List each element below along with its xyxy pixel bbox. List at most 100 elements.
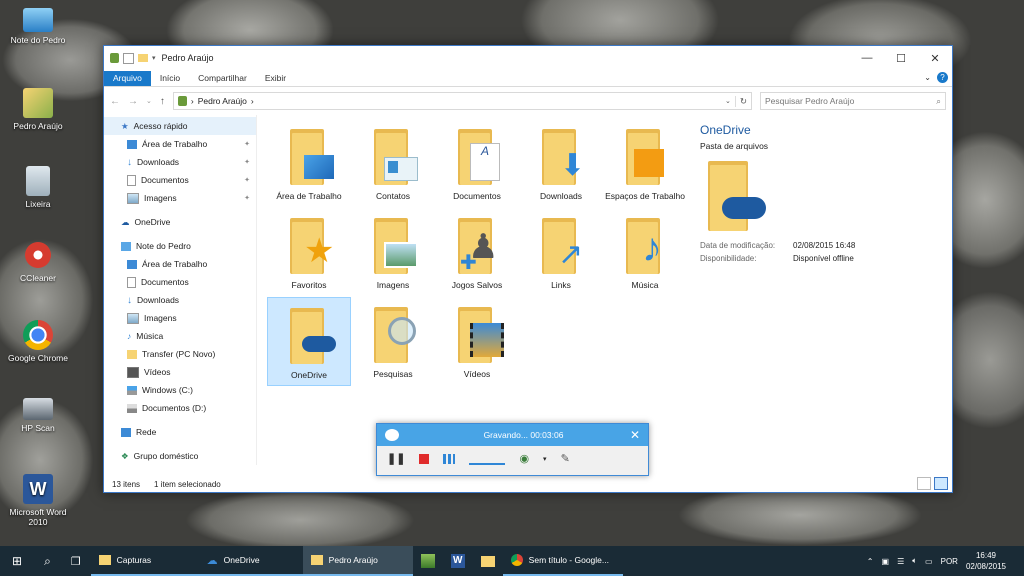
file-item[interactable]: ♟ ✚ Jogos Salvos <box>435 208 519 297</box>
file-item[interactable]: ⬇ Downloads <box>519 119 603 208</box>
start-button[interactable]: ⊞ <box>0 546 34 576</box>
pictures-folder-icon <box>366 214 420 278</box>
close-icon[interactable]: ✕ <box>630 428 640 442</box>
clock-time: 16:49 <box>975 551 996 560</box>
desktop-icon-this-pc[interactable]: Note do Pedro <box>0 8 76 45</box>
folder-icon <box>98 555 111 565</box>
breadcrumb-user[interactable]: Pedro Araújo <box>198 96 247 106</box>
desktop-icon <box>127 139 137 149</box>
desktop-icon-label: HP Scan <box>21 423 55 433</box>
desktop-icon-chrome[interactable]: Google Chrome <box>0 320 76 363</box>
pause-icon[interactable]: ❚❚ <box>387 452 405 465</box>
desktop-icon-hp-scan[interactable]: HP Scan <box>0 398 76 433</box>
help-icon[interactable]: ? <box>937 72 948 83</box>
nav-this-pc[interactable]: Note do Pedro <box>104 237 256 255</box>
item-label: Música <box>631 280 659 290</box>
desktop-icon-word[interactable]: W Microsoft Word 2010 <box>0 474 76 527</box>
tab-file[interactable]: Arquivo <box>104 71 151 86</box>
search-input[interactable]: Pesquisar Pedro Araújo <box>765 96 936 106</box>
windows-logo-icon: ⊞ <box>12 554 23 568</box>
cloud-icon: ☁ <box>206 554 218 567</box>
taskbar-item-chrome[interactable]: Sem título - Google... <box>502 546 623 576</box>
onedrive-folder-icon <box>282 304 336 368</box>
nav-quick-access[interactable]: ★ Acesso rápido <box>104 117 256 135</box>
nav-quick-documents[interactable]: Documentos ✦ <box>104 171 256 189</box>
address-bar[interactable]: › Pedro Araújo › ⌄ ↻ <box>172 92 752 110</box>
file-item[interactable]: Vídeos <box>435 297 519 386</box>
file-item[interactable]: Área de Trabalho <box>267 119 351 208</box>
tray-app-icon[interactable]: ▣ <box>882 557 890 566</box>
up-arrow-icon[interactable]: ↑ <box>160 96 165 107</box>
search-button[interactable]: ⌕ <box>34 546 61 576</box>
clock[interactable]: 16:49 02/08/2015 <box>966 550 1006 572</box>
nav-pc-transfer[interactable]: Transfer (PC Novo) <box>104 345 256 363</box>
network-icon[interactable]: ☰ <box>897 557 904 566</box>
minimize-button[interactable]: — <box>850 46 884 70</box>
music-note-icon: ♪ <box>127 331 132 341</box>
item-label: Pesquisas <box>373 369 413 379</box>
taskbar-item-pedro[interactable]: Pedro Araújo <box>302 546 413 576</box>
desktop-icon-ccleaner[interactable]: CCleaner <box>0 240 76 283</box>
properties-icon[interactable] <box>123 52 134 64</box>
file-item[interactable]: Pesquisas <box>351 297 435 386</box>
tab-home[interactable]: Início <box>151 71 189 86</box>
taskbar-pinned-word[interactable]: W <box>443 546 473 576</box>
details-view-icon[interactable] <box>917 477 931 490</box>
file-item[interactable]: ↗ Links <box>519 208 603 297</box>
back-arrow-icon[interactable]: ← <box>110 96 120 107</box>
file-item[interactable]: Espaços de Trabalho <box>603 119 687 208</box>
nav-quick-pictures[interactable]: Imagens ✦ <box>104 189 256 207</box>
tab-view[interactable]: Exibir <box>256 71 295 86</box>
nav-pc-desktop[interactable]: Área de Trabalho <box>104 255 256 273</box>
taskbar-pinned-app[interactable] <box>413 546 443 576</box>
desktop-icon-user-folder[interactable]: Pedro Araújo <box>0 88 76 131</box>
volume-slider[interactable] <box>469 453 506 465</box>
nav-pc-videos[interactable]: Vídeos <box>104 363 256 381</box>
search-box[interactable]: Pesquisar Pedro Araújo ⌕ <box>760 92 946 110</box>
close-button[interactable]: ✕ <box>918 46 952 70</box>
taskbar-item-onedrive[interactable]: ☁ OneDrive <box>198 546 303 576</box>
title-bar: ▾ Pedro Araújo — ☐ ✕ <box>104 46 952 70</box>
nav-network[interactable]: Rede <box>104 423 256 441</box>
new-folder-icon[interactable] <box>138 54 148 62</box>
file-item[interactable]: ♪ Música <box>603 208 687 297</box>
task-view-button[interactable]: ❐ <box>61 546 91 576</box>
file-item[interactable]: Imagens <box>351 208 435 297</box>
file-item-selected[interactable]: OneDrive <box>267 297 351 386</box>
item-label: Jogos Salvos <box>451 280 503 290</box>
taskbar-pinned-explorer[interactable] <box>473 546 503 576</box>
nav-quick-downloads[interactable]: ↓ Downloads ✦ <box>104 153 256 171</box>
refresh-icon[interactable]: ↻ <box>734 95 747 107</box>
nav-pc-downloads[interactable]: ↓ Downloads <box>104 291 256 309</box>
webcam-dropdown-icon[interactable]: ▾ <box>543 455 547 463</box>
desktop-icon-recycle-bin[interactable]: Lixeira <box>0 166 76 209</box>
nav-pc-music[interactable]: ♪ Música <box>104 327 256 345</box>
nav-homegroup[interactable]: ❖ Grupo doméstico <box>104 447 256 465</box>
nav-pc-documents[interactable]: Documentos <box>104 273 256 291</box>
chevron-up-icon[interactable]: ⌃ <box>867 557 874 566</box>
forward-arrow-icon[interactable]: → <box>128 96 138 107</box>
notifications-icon[interactable]: ▭ <box>925 557 933 566</box>
customize-toolbar-icon[interactable]: ▾ <box>152 54 156 62</box>
nav-pc-drive-d[interactable]: Documentos (D:) <box>104 399 256 417</box>
navigation-pane: ★ Acesso rápido Área de Trabalho ✦ ↓ Dow… <box>104 115 257 465</box>
maximize-button[interactable]: ☐ <box>884 46 918 70</box>
file-item[interactable]: Contatos <box>351 119 435 208</box>
expand-ribbon-icon[interactable]: ⌄ <box>924 73 931 82</box>
nav-pc-drive-c[interactable]: Windows (C:) <box>104 381 256 399</box>
file-item[interactable]: A Documentos <box>435 119 519 208</box>
nav-quick-desktop[interactable]: Área de Trabalho ✦ <box>104 135 256 153</box>
stop-icon[interactable] <box>419 453 430 464</box>
address-dropdown-icon[interactable]: ⌄ <box>725 97 731 105</box>
tab-share[interactable]: Compartilhar <box>189 71 256 86</box>
nav-pc-pictures[interactable]: Imagens <box>104 309 256 327</box>
language-indicator[interactable]: POR <box>941 557 958 566</box>
webcam-icon[interactable]: ◉ <box>519 452 529 465</box>
nav-onedrive[interactable]: ☁ OneDrive <box>104 213 256 231</box>
large-icons-view-icon[interactable] <box>934 477 948 490</box>
volume-icon[interactable]: 🔈︎ <box>912 556 917 566</box>
file-item[interactable]: ★ Favoritos <box>267 208 351 297</box>
recent-locations-icon[interactable]: ⌄ <box>146 97 152 105</box>
pen-icon[interactable]: ✎ <box>561 452 570 465</box>
taskbar-item-capturas[interactable]: Capturas <box>90 546 199 576</box>
